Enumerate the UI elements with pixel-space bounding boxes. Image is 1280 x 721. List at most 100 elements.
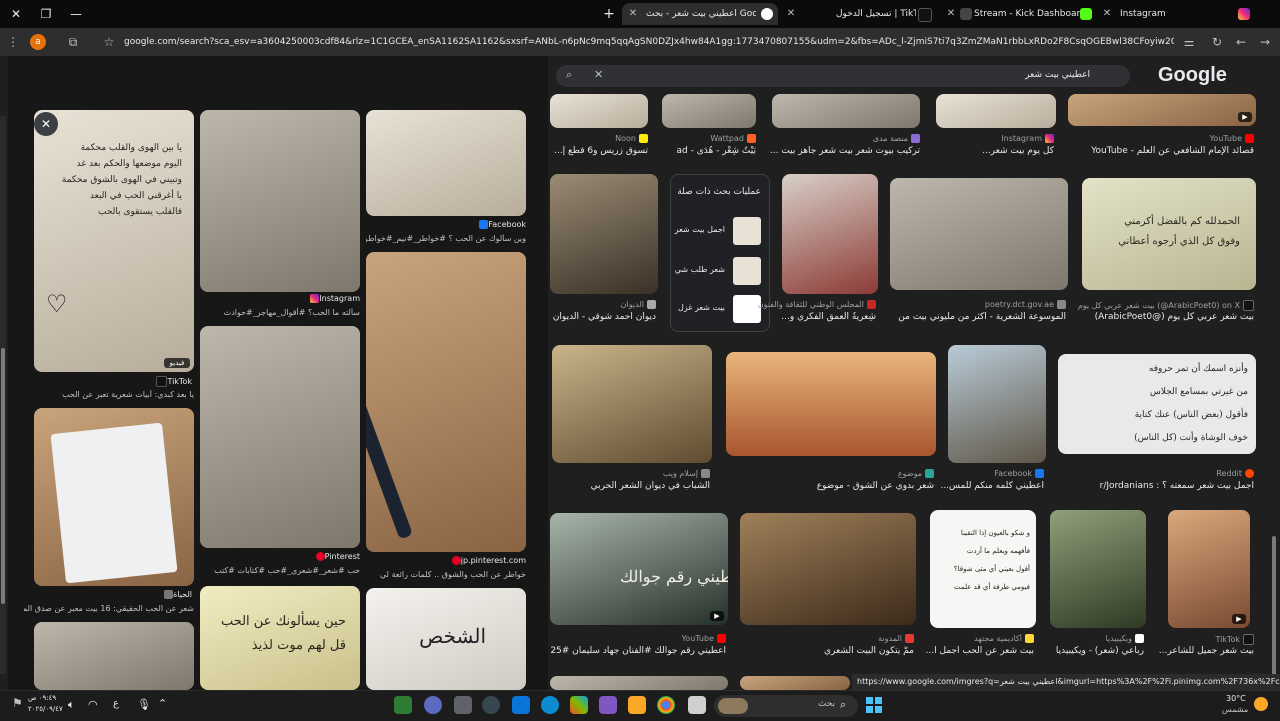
result-image[interactable] <box>782 174 878 294</box>
tile-source[interactable]: الحياة <box>161 590 192 599</box>
result-title[interactable]: ممَّ يتكون البيت الشعري <box>764 646 914 656</box>
result-image[interactable] <box>550 676 728 690</box>
search-query[interactable]: اعطيني بيت شعر <box>1025 70 1090 80</box>
tile-title[interactable]: سألته ما الحب؟ #أقوال_مهاجر_#حوادث <box>200 308 360 317</box>
preview-image-kraft-note[interactable] <box>366 252 526 552</box>
tune-icon[interactable]: ⚌ <box>1180 32 1198 52</box>
obs-icon[interactable] <box>482 696 500 714</box>
result-source[interactable]: TikTok <box>1164 634 1254 645</box>
result-source[interactable]: Wattpad <box>656 134 756 143</box>
result-source[interactable]: Instagram <box>934 134 1054 143</box>
taskbar-search-box[interactable]: بحث ⌕ <box>714 695 858 717</box>
result-title[interactable]: اعطيني رقم جوالك #الفنان جهاد سليمان #25… <box>550 646 726 656</box>
result-image[interactable] <box>662 94 756 128</box>
result-source[interactable]: ويكيبيديا <box>1044 634 1144 643</box>
task-view-icon[interactable] <box>688 696 706 714</box>
back-arrow-icon[interactable]: ← <box>1232 32 1250 52</box>
result-title[interactable]: أجمل بيت شعر سمعته ؟ : r/Jordanians <box>1094 481 1254 491</box>
result-image-dome[interactable] <box>890 178 1068 290</box>
result-image[interactable] <box>936 94 1056 128</box>
result-image-desert[interactable] <box>726 352 936 456</box>
result-title[interactable]: تركيب بيوت شعر بيت شعر جاهز بيت ... <box>770 146 920 156</box>
tile-title[interactable]: شعر عن الحب الحقيقي: 16 بيت معبر عن صدق … <box>24 604 194 613</box>
page-scrollbar[interactable] <box>1271 88 1277 688</box>
result-image[interactable]: ▶ <box>1068 94 1256 126</box>
preview-image-col1-bottom[interactable] <box>34 622 194 690</box>
tile-source[interactable]: jp.pinterest.com <box>449 556 526 565</box>
wifi-icon[interactable]: ◠ <box>88 698 98 711</box>
result-title[interactable]: ديوان أحمد شوقي - الديوان <box>546 312 656 322</box>
close-tab-icon[interactable]: ✕ <box>626 3 640 25</box>
result-source[interactable]: بيت شعر عربي كل يوم (@ArabicPoet0) on X <box>1074 300 1254 311</box>
result-source[interactable]: YouTube <box>576 634 726 643</box>
result-source[interactable]: أكاديمية مجتهد <box>914 634 1034 643</box>
url-bar[interactable]: google.com/search?sca_esv=a3604250003cdf… <box>124 28 1174 56</box>
tile-source[interactable]: TikTok <box>153 376 192 387</box>
weather-text[interactable]: مشمس <box>1222 705 1248 714</box>
result-title[interactable]: بَيْتُ شِعْر - هُدَى - ad <box>656 146 756 156</box>
tile-title[interactable]: خواطر عن الحب والشوق .. كلمات رائعة لي <box>366 570 526 579</box>
file-explorer-icon[interactable] <box>628 696 646 714</box>
result-title[interactable]: الموسوعة الشعرية - أكثر من مليوني بيت من… <box>896 312 1066 322</box>
weather-temp[interactable]: 30°C <box>1226 694 1246 703</box>
result-image-painting[interactable] <box>1050 510 1146 628</box>
result-source[interactable]: المدونة <box>764 634 914 643</box>
result-image-book[interactable] <box>552 345 712 463</box>
related-item[interactable]: بيت شعر غزل <box>671 291 769 327</box>
result-source[interactable]: Facebook <box>934 469 1044 478</box>
minimize-window-icon[interactable]: — <box>66 5 86 23</box>
result-title[interactable]: كل يوم بيت شعر... <box>934 146 1054 156</box>
preview-image-book-top[interactable] <box>366 110 526 216</box>
windows-start-icon[interactable] <box>866 697 882 713</box>
store-icon[interactable] <box>512 696 530 714</box>
discord-icon[interactable] <box>424 696 442 714</box>
result-image[interactable] <box>740 676 850 690</box>
tab-instagram[interactable]: ✕ Instagram <box>1100 3 1250 25</box>
new-tab-icon[interactable]: + <box>599 5 619 23</box>
result-image-poem-text[interactable]: وأنزه اسمك أن تمر حروفه من غيرتي بمسامع … <box>1058 354 1256 454</box>
app-icon[interactable] <box>599 696 617 714</box>
forward-arrow-icon[interactable]: → <box>1256 32 1274 52</box>
close-tab-icon[interactable]: ✕ <box>944 3 958 25</box>
result-image-goat[interactable] <box>948 345 1046 463</box>
preview-image-main[interactable]: يا بين الهوى والقلب محكمة اليوم موضعها و… <box>34 110 194 372</box>
close-window-icon[interactable]: ✕ <box>6 5 26 23</box>
result-image-singer[interactable]: اعطيني رقم جوالك ▶ <box>550 513 728 625</box>
related-item[interactable]: اجمل بيت شعر <box>671 213 769 249</box>
restore-window-icon[interactable]: ❐ <box>36 5 56 23</box>
close-preview-icon[interactable]: ✕ <box>34 112 58 136</box>
close-tab-icon[interactable]: ✕ <box>1100 3 1114 25</box>
search-icon[interactable]: ⌕ <box>566 68 572 82</box>
tile-source[interactable]: Pinterest <box>313 552 360 561</box>
result-title[interactable]: تسوق زريس و6 قطع إ... <box>548 146 648 156</box>
result-source[interactable]: Reddit <box>1124 469 1254 478</box>
tile-source[interactable]: Instagram <box>307 294 360 303</box>
result-title[interactable]: بيت شعر جميل للشاعر... <box>1158 646 1254 656</box>
result-image[interactable] <box>550 94 648 128</box>
result-source[interactable]: Noon <box>548 134 648 143</box>
related-item[interactable]: شعر طلب شي <box>671 253 769 289</box>
result-title[interactable]: بيت شعر عن الحب اجمل ا... <box>924 646 1035 656</box>
tile-title[interactable]: يا بعد كبدي: أبيات شعرية تعبر عن الحب <box>34 390 194 399</box>
notification-icon[interactable]: ⚑ <box>12 696 24 710</box>
preview-image-notebook[interactable] <box>34 408 194 586</box>
tab-tiktok[interactable]: ✕ تسجيل الدخول | TikTok <box>784 3 934 25</box>
result-title[interactable]: قصائد الإمام الشافعي عن العلم - YouTube <box>1064 146 1254 156</box>
menu-kebab-icon[interactable]: ⋮ <box>4 32 22 52</box>
preview-image-poem-page[interactable] <box>200 326 360 548</box>
calculator-icon[interactable] <box>454 696 472 714</box>
result-source[interactable]: موضوع <box>774 469 934 478</box>
result-source[interactable]: المجلس الوطني للثقافة والفنون <box>756 300 876 309</box>
result-title[interactable]: بيت شعر عربي كل يوم (@ArabicPoet0) <box>1074 312 1254 322</box>
chrome-icon[interactable] <box>657 696 675 714</box>
profile-avatar[interactable]: a <box>30 34 46 50</box>
volume-icon[interactable]: 🔈︎ <box>68 698 75 712</box>
microphone-icon[interactable]: 🎙︎ <box>137 698 151 711</box>
result-source[interactable]: poetry.dct.gov.ae <box>896 300 1066 309</box>
google-logo[interactable]: Google <box>1158 64 1227 87</box>
result-title[interactable]: اعطيني كلمه منكم للمس... <box>924 481 1044 491</box>
tab-google-search[interactable]: ✕ اعطيني بيت شعر - بحث Google <box>622 3 778 25</box>
close-tab-icon[interactable]: ✕ <box>784 3 798 25</box>
edge-icon[interactable] <box>541 696 559 714</box>
tile-title[interactable]: حب #شعر_#شعري_#حب #كتابات #كتب <box>200 566 360 575</box>
